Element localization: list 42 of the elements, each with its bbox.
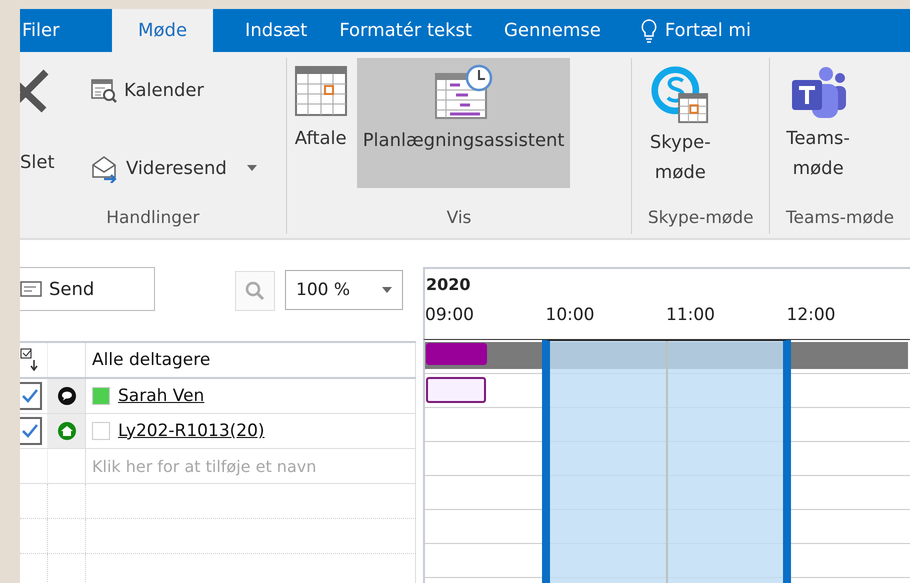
group-label: Teams-møde — [785, 208, 896, 230]
hour-label: 12:00 — [786, 305, 836, 325]
lightbulb-icon — [640, 18, 657, 42]
group-label: Handlinger — [105, 208, 200, 230]
hour-label: 11:00 — [666, 305, 716, 325]
calendar-button[interactable]: Kalender — [70, 68, 286, 112]
calendar-icon — [294, 66, 347, 116]
skype-meeting-button[interactable]: Skype-møde — [636, 58, 724, 188]
scheduling-assistant-button[interactable]: Planlægningsassistent — [356, 58, 570, 188]
column-header: Alle deltagere — [92, 350, 210, 370]
checkbox[interactable] — [20, 417, 42, 445]
send-button[interactable]: Send — [20, 267, 155, 311]
ribbon-tab[interactable]: Formatér tekst — [337, 9, 472, 52]
send-icon — [20, 279, 43, 299]
ribbon-tab[interactable]: Møde — [112, 9, 214, 52]
zoom-dropdown[interactable]: 100 % — [285, 270, 403, 310]
attendee-name[interactable]: Ly202-R1013(20) — [118, 421, 265, 441]
hour-label: 10:00 — [546, 305, 596, 325]
hour-label: 09:00 — [425, 305, 475, 325]
caret-icon — [382, 287, 392, 293]
group-label: Skype-møde — [646, 208, 755, 230]
speech-bubble-icon — [56, 386, 76, 406]
teams-meeting-button[interactable]: Teams-møde — [774, 58, 862, 188]
delete-button[interactable]: Slet — [20, 58, 64, 188]
attendee-name[interactable]: Sarah Ven — [118, 386, 204, 406]
forward-button[interactable]: Videresend — [70, 146, 286, 190]
checkmark-icon — [22, 389, 38, 403]
ribbon-tab[interactable]: Indsæt — [243, 9, 308, 52]
checkmark-icon — [22, 424, 38, 438]
search-icon — [244, 280, 266, 302]
group-label: Vis — [446, 208, 472, 230]
year-label: 2020 — [425, 274, 472, 296]
teams-icon — [790, 66, 846, 120]
ribbon-tab[interactable]: Filer — [20, 9, 82, 52]
appointment-button[interactable]: Aftale — [290, 58, 351, 188]
meeting-time-selection[interactable] — [542, 340, 791, 583]
ribbon-tab[interactable]: Gennemse — [502, 9, 601, 52]
close-icon — [20, 68, 50, 114]
home-icon — [56, 421, 76, 441]
schedule-clock-icon — [434, 64, 494, 120]
checkbox[interactable] — [20, 382, 42, 410]
tell-me-search[interactable]: Fortæl mi — [640, 9, 751, 52]
